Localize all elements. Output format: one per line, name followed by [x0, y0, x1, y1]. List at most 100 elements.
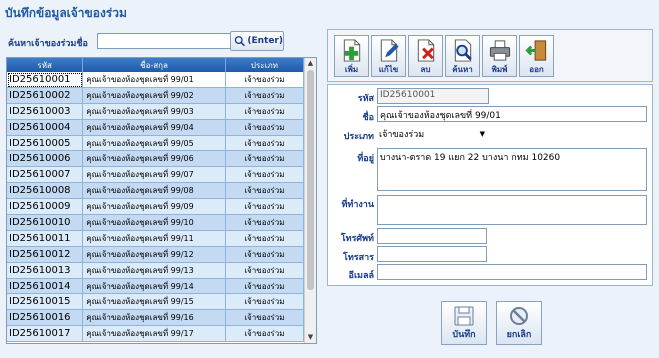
delete-button[interactable]: ลบ [408, 35, 443, 77]
email-label: อีเมลล์ [348, 271, 374, 281]
row-type-cell: เจ้าของร่วม [225, 230, 304, 247]
row-type-cell: เจ้าของร่วม [225, 135, 304, 152]
column-header-id[interactable]: รหัส [7, 58, 84, 72]
row-id-cell: ID25610008 [7, 183, 84, 200]
row-id-cell: ID25610001 [7, 72, 84, 88]
find-button[interactable]: ค้นหา [445, 35, 480, 77]
table-row[interactable]: ID25610004 คุณเจ้าของห้องชุดเลขที่ 99/04 เ… [7, 119, 304, 136]
workplace-field[interactable] [377, 195, 647, 225]
name-label: ชื่อ [362, 113, 374, 123]
row-id-cell: ID25610002 [7, 87, 84, 104]
save-disk-icon [454, 306, 474, 326]
edit-label: แก้ไข [378, 65, 399, 74]
table-row[interactable]: ID25610006 คุณเจ้าของห้องชุดเลขที่ 99/06 เ… [7, 151, 304, 168]
row-type-cell: เจ้าของร่วม [225, 72, 304, 88]
phone-label: โทรศัพท์ [340, 234, 374, 244]
row-type-cell: เจ้าของร่วม [225, 183, 304, 200]
address-label: ที่อยู่ [357, 154, 374, 164]
dropdown-arrow-icon: ▼ [479, 130, 485, 138]
table-row[interactable]: ID25610011 คุณเจ้าของห้องชุดเลขที่ 99/11 เ… [7, 230, 304, 247]
row-id-cell: ID25610014 [7, 278, 84, 295]
save-button[interactable]: บันทึก [441, 301, 487, 345]
type-value: เจ้าของร่วม [379, 130, 425, 140]
address-field[interactable]: บางนา-ตราด 19 แยก 22 บางนา กทม 10260 [377, 148, 647, 191]
phone-field[interactable] [377, 228, 487, 244]
table-row[interactable]: ID25610017 คุณเจ้าของห้องชุดเลขที่ 99/17 เ… [7, 326, 304, 343]
delete-label: ลบ [420, 65, 431, 74]
table-row[interactable]: ID25610008 คุณเจ้าของห้องชุดเลขที่ 99/08 เ… [7, 183, 304, 200]
search-button[interactable]: (Enter) [230, 31, 284, 51]
row-type-cell: เจ้าของร่วม [225, 151, 304, 168]
email-field[interactable] [377, 264, 647, 280]
name-field[interactable]: คุณเจ้าของห้องชุดเลขที่ 99/01 [377, 106, 647, 122]
table-row[interactable]: ID25610010 คุณเจ้าของห้องชุดเลขที่ 99/10 เ… [7, 215, 304, 231]
code-field[interactable]: ID25610001 [377, 88, 489, 104]
row-name-cell: คุณเจ้าของห้องชุดเลขที่ 99/13 [83, 262, 226, 279]
row-id-cell: ID25610004 [7, 119, 84, 136]
row-name-cell: คุณเจ้าของห้องชุดเลขที่ 99/07 [83, 167, 226, 184]
grid-header: รหัส ชื่อ-สกุล ประเภท [7, 58, 305, 72]
row-id-cell: ID25610009 [7, 199, 84, 216]
table-row[interactable]: ID25610012 คุณเจ้าของห้องชุดเลขที่ 99/12 เ… [7, 246, 304, 263]
row-id-cell: ID25610005 [7, 135, 84, 152]
scroll-down-icon[interactable]: ▼ [305, 332, 316, 343]
cancel-label: ยกเลิก [506, 330, 532, 340]
table-row[interactable]: ID25610003 คุณเจ้าของห้องชุดเลขที่ 99/03 เ… [7, 103, 304, 120]
row-id-cell: ID25610013 [7, 262, 84, 279]
row-name-cell: คุณเจ้าของห้องชุดเลขที่ 99/08 [83, 183, 226, 200]
table-row[interactable]: ID25610014 คุณเจ้าของห้องชุดเลขที่ 99/14 เ… [7, 278, 304, 295]
edit-button[interactable]: แก้ไข [371, 35, 406, 77]
exit-button[interactable]: ออก [519, 35, 554, 77]
search-input[interactable] [97, 33, 231, 49]
column-header-name[interactable]: ชื่อ-สกุล [83, 58, 226, 72]
row-name-cell: คุณเจ้าของห้องชุดเลขที่ 99/02 [83, 87, 226, 104]
add-document-icon [343, 39, 360, 62]
row-type-cell: เจ้าของร่วม [225, 326, 304, 343]
column-header-type[interactable]: ประเภท [226, 58, 305, 72]
row-name-cell: คุณเจ้าของห้องชุดเลขที่ 99/03 [83, 103, 226, 120]
table-row[interactable]: ID25610007 คุณเจ้าของห้องชุดเลขที่ 99/07 เ… [7, 167, 304, 184]
row-type-cell: เจ้าของร่วม [225, 103, 304, 120]
row-id-cell: ID25610010 [7, 215, 84, 231]
row-type-cell: เจ้าของร่วม [225, 310, 304, 327]
cancel-button[interactable]: ยกเลิก [496, 301, 542, 345]
table-row[interactable]: ID25610002 คุณเจ้าของห้องชุดเลขที่ 99/02 เ… [7, 87, 304, 104]
row-type-cell: เจ้าของร่วม [225, 262, 304, 279]
vertical-scrollbar[interactable]: ▲ ▼ [304, 58, 316, 343]
row-name-cell: คุณเจ้าของห้องชุดเลขที่ 99/04 [83, 119, 226, 136]
row-type-cell: เจ้าของร่วม [225, 278, 304, 295]
printer-icon [489, 40, 510, 61]
type-dropdown[interactable]: เจ้าของร่วม ▼ [377, 126, 489, 142]
table-row[interactable]: ID25610015 คุณเจ้าของห้องชุดเลขที่ 99/15 เ… [7, 294, 304, 311]
print-label: พิมพ์ [491, 65, 508, 74]
edit-document-icon [380, 39, 399, 62]
toolbar: เพิ่ม แก้ไข ลบ ค้นหา พิมพ์ ออก [327, 29, 653, 82]
code-label: รหัส [357, 94, 374, 104]
row-name-cell: คุณเจ้าของห้องชุดเลขที่ 99/14 [83, 278, 226, 295]
print-button[interactable]: พิมพ์ [482, 35, 517, 77]
row-id-cell: ID25610017 [7, 326, 84, 343]
row-name-cell: คุณเจ้าของห้องชุดเลขที่ 99/01 [83, 72, 226, 88]
row-type-cell: เจ้าของร่วม [225, 199, 304, 216]
row-name-cell: คุณเจ้าของห้องชุดเลขที่ 99/11 [83, 230, 226, 247]
search-label: ค้นหาเจ้าของร่วมชื่อ [8, 39, 88, 49]
fax-field[interactable] [377, 246, 487, 262]
table-row[interactable]: ID25610013 คุณเจ้าของห้องชุดเลขที่ 99/13 เ… [7, 262, 304, 279]
exit-label: ออก [529, 65, 544, 74]
owners-grid[interactable]: รหัส ชื่อ-สกุล ประเภท ID25610001 คุณเจ้าข… [6, 57, 317, 344]
find-label: ค้นหา [452, 65, 473, 74]
table-row[interactable]: ID25610001 คุณเจ้าของห้องชุดเลขที่ 99/01 เ… [7, 72, 304, 88]
table-row[interactable]: ID25610009 คุณเจ้าของห้องชุดเลขที่ 99/09 เ… [7, 199, 304, 216]
row-name-cell: คุณเจ้าของห้องชุดเลขที่ 99/10 [83, 215, 226, 231]
scroll-thumb[interactable] [307, 70, 314, 290]
row-name-cell: คุณเจ้าของห้องชุดเลขที่ 99/06 [83, 151, 226, 168]
row-id-cell: ID25610011 [7, 230, 84, 247]
row-type-cell: เจ้าของร่วม [225, 87, 304, 104]
table-row[interactable]: ID25610005 คุณเจ้าของห้องชุดเลขที่ 99/05 เ… [7, 135, 304, 152]
add-button[interactable]: เพิ่ม [334, 35, 369, 77]
row-name-cell: คุณเจ้าของห้องชุดเลขที่ 99/16 [83, 310, 226, 327]
scroll-up-icon[interactable]: ▲ [305, 58, 316, 69]
delete-document-icon [417, 39, 434, 62]
table-row[interactable]: ID25610016 คุณเจ้าของห้องชุดเลขที่ 99/16 เ… [7, 310, 304, 327]
row-name-cell: คุณเจ้าของห้องชุดเลขที่ 99/15 [83, 294, 226, 311]
